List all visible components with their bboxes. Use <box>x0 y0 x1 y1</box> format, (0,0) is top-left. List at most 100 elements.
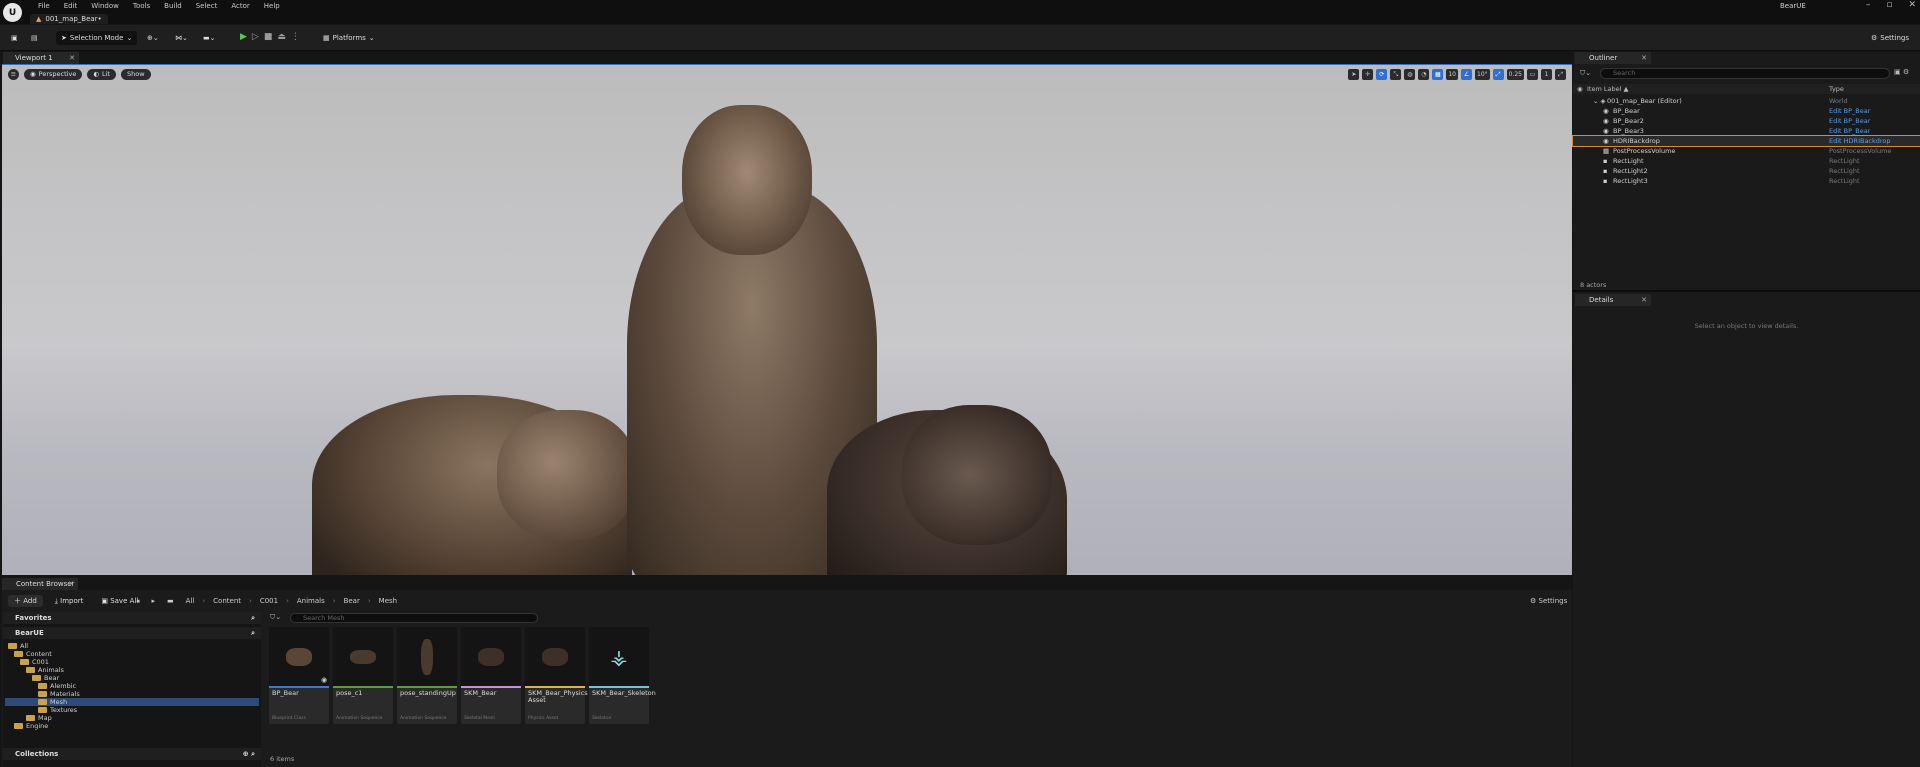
tree-item-textures[interactable]: Textures <box>38 706 77 714</box>
favorites-header[interactable]: Favorites ⌕ <box>3 612 261 624</box>
world-space-icon[interactable]: ◍ <box>1404 69 1416 80</box>
visibility-eye-icon[interactable]: ◉ <box>1577 84 1583 94</box>
asset-tile[interactable]: pose_standingUp Animation Sequence <box>397 627 457 724</box>
tree-item-engine[interactable]: Engine <box>14 722 48 730</box>
translate-tool-icon[interactable]: ✛ <box>1362 69 1374 80</box>
menu-actor[interactable]: Actor <box>223 0 255 12</box>
outliner-search-input[interactable]: Search <box>1600 68 1890 79</box>
play-icon[interactable]: ▶ <box>240 32 247 42</box>
asset-tile[interactable]: SKM_Bear_Physics Asset Physics Asset <box>525 627 588 724</box>
select-tool-icon[interactable]: ➤ <box>1348 69 1360 80</box>
perspective-button[interactable]: ◉ Perspective <box>24 69 83 80</box>
rotation-snap-icon[interactable]: ∠ <box>1461 69 1472 80</box>
project-header[interactable]: BearUE ⌕ <box>3 627 261 639</box>
asset-tile[interactable]: pose_c1 Animation Sequence <box>333 627 393 724</box>
menu-file[interactable]: File <box>30 0 56 12</box>
search-icon[interactable]: ⌕ <box>251 627 255 639</box>
breadcrumb-item[interactable]: Bear <box>338 595 366 607</box>
close-icon[interactable]: ✕ <box>1641 52 1647 64</box>
column-type[interactable]: Type <box>1829 84 1844 94</box>
edit-blueprint-link[interactable]: Edit HDRIBackdrop <box>1829 136 1891 146</box>
more-options-icon[interactable]: ⋮ <box>291 32 300 42</box>
close-icon[interactable]: ✕ <box>69 52 75 64</box>
content-settings-button[interactable]: ⚙ Settings <box>1530 595 1567 607</box>
menu-build[interactable]: Build <box>156 0 188 12</box>
rotation-snap-value[interactable]: 10° <box>1475 69 1490 80</box>
close-icon[interactable]: ✕ <box>68 578 74 590</box>
content-browser-tab[interactable]: Content Browser ✕ <box>2 578 78 590</box>
viewport-options-icon[interactable]: ≡ <box>8 69 19 80</box>
menu-help[interactable]: Help <box>256 0 286 12</box>
minimize-button[interactable]: – <box>1866 0 1871 10</box>
tree-item-alembic[interactable]: Alembic <box>38 682 76 690</box>
collections-header[interactable]: Collections ⊕ ⌕ <box>3 748 261 760</box>
asset-search-input[interactable]: Search Mesh <box>290 613 538 623</box>
grid-snap-icon[interactable]: ▦ <box>1432 69 1444 80</box>
add-collection-icon[interactable]: ⊕ ⌕ <box>243 748 255 760</box>
step-icon[interactable]: ▷ <box>252 32 259 42</box>
asset-tile[interactable]: ⚶ SKM_Bear_Skeleton Skeleton <box>589 627 656 724</box>
platforms-dropdown[interactable]: ▦ Platforms ⌄ <box>318 31 380 45</box>
close-window-button[interactable]: ✕ <box>1908 0 1916 10</box>
outliner-row[interactable]: ◉ BP_Bear Edit BP_Bear <box>1573 106 1920 116</box>
tree-item-mesh[interactable]: Mesh <box>38 698 67 706</box>
viewport-tab[interactable]: Viewport 1 ✕ <box>3 52 79 64</box>
tree-item-all[interactable]: All <box>8 642 28 650</box>
tree-item-materials[interactable]: Materials <box>38 690 80 698</box>
breadcrumb-item[interactable]: C001 <box>254 595 284 607</box>
close-icon[interactable]: ✕ <box>1641 294 1647 306</box>
add-folder-icon[interactable]: ▣ ⚙ <box>1894 68 1909 76</box>
tree-item-map[interactable]: Map <box>26 714 52 722</box>
add-button[interactable]: ＋ Add <box>8 595 43 607</box>
details-tab[interactable]: Details ✕ <box>1575 294 1651 306</box>
scale-tool-icon[interactable]: ⤡ <box>1390 69 1402 80</box>
edit-blueprint-link[interactable]: Edit BP_Bear <box>1829 116 1870 126</box>
blueprint-icon[interactable]: ⋈⌄ <box>170 31 193 45</box>
settings-button[interactable]: ⚙ Settings <box>1866 31 1914 45</box>
menu-window[interactable]: Window <box>83 0 125 12</box>
asset-tile[interactable]: SKM_Bear Skeletal Mesh <box>461 627 521 724</box>
surface-snap-icon[interactable]: ◔ <box>1418 69 1430 80</box>
tree-item-bear[interactable]: Bear <box>32 674 59 682</box>
search-icon[interactable]: ⌕ <box>251 612 255 624</box>
breadcrumb-item[interactable]: Content <box>207 595 247 607</box>
level-viewport[interactable]: ≡ ◉ Perspective ◐ Lit Show ➤ ✛ ⟳ ⤡ ◍ ◔ ▦ 1… <box>2 64 1572 575</box>
cinematics-icon[interactable]: ▬⌄ <box>198 31 220 45</box>
breadcrumb-item[interactable]: Mesh <box>373 595 403 607</box>
maximize-viewport-icon[interactable]: ⤢ <box>1555 69 1566 80</box>
tree-item-c001[interactable]: C001 <box>20 658 49 666</box>
outliner-row[interactable]: ▪ RectLight RectLight <box>1573 156 1920 166</box>
menu-tools[interactable]: Tools <box>125 0 156 12</box>
folder-icon[interactable]: ▬ <box>161 595 180 607</box>
save-icon[interactable]: ▣ <box>6 31 23 45</box>
scale-snap-value[interactable]: 0.25 <box>1506 69 1524 80</box>
outliner-row[interactable]: ⌄ ◈ 001_map_Bear (Editor) World <box>1573 96 1920 106</box>
edit-blueprint-link[interactable]: Edit BP_Bear <box>1829 106 1870 116</box>
filter-icon[interactable]: ⛉⌄ <box>270 613 281 622</box>
column-item-label[interactable]: Item Label ▲ <box>1587 84 1628 94</box>
menu-select[interactable]: Select <box>188 0 224 12</box>
outliner-row[interactable]: ◉ BP_Bear2 Edit BP_Bear <box>1573 116 1920 126</box>
asset-tile[interactable]: BP_Bear Blueprint Class <box>269 627 329 724</box>
filter-icon[interactable]: ⛉⌄ <box>1580 69 1591 78</box>
outliner-row-selected[interactable]: ◉ HDRIBackdrop Edit HDRIBackdrop <box>1572 135 1920 147</box>
tree-item-animals[interactable]: Animals <box>26 666 64 674</box>
camera-speed-icon[interactable]: ▭ <box>1527 69 1538 80</box>
map-tab[interactable]: ▲ 001_map_Bear• <box>30 14 108 24</box>
grid-snap-value[interactable]: 10 <box>1446 69 1458 80</box>
rotate-tool-icon[interactable]: ⟳ <box>1376 69 1388 80</box>
stop-icon[interactable]: ■ <box>264 32 273 42</box>
panel-divider[interactable] <box>1573 290 1920 292</box>
outliner-row[interactable]: ◉ BP_Bear3 Edit BP_Bear <box>1573 126 1920 136</box>
outliner-row[interactable]: ▪ RectLight3 RectLight <box>1573 176 1920 186</box>
outliner-row[interactable]: ▦ PostProcessVolume PostProcessVolume <box>1573 146 1920 156</box>
unreal-logo[interactable]: U <box>3 3 22 22</box>
tree-item-content[interactable]: Content <box>14 650 52 658</box>
selection-mode-dropdown[interactable]: ➤ Selection Mode ⌄ <box>56 31 138 45</box>
eject-icon[interactable]: ⏏ <box>277 32 286 42</box>
history-forward-icon[interactable]: ▸ <box>146 595 162 607</box>
show-button[interactable]: Show <box>120 69 151 80</box>
outliner-tab[interactable]: Outliner ✕ <box>1575 52 1651 64</box>
history-back-icon[interactable]: ◂ <box>130 595 146 607</box>
breadcrumb-item[interactable]: Animals <box>291 595 331 607</box>
